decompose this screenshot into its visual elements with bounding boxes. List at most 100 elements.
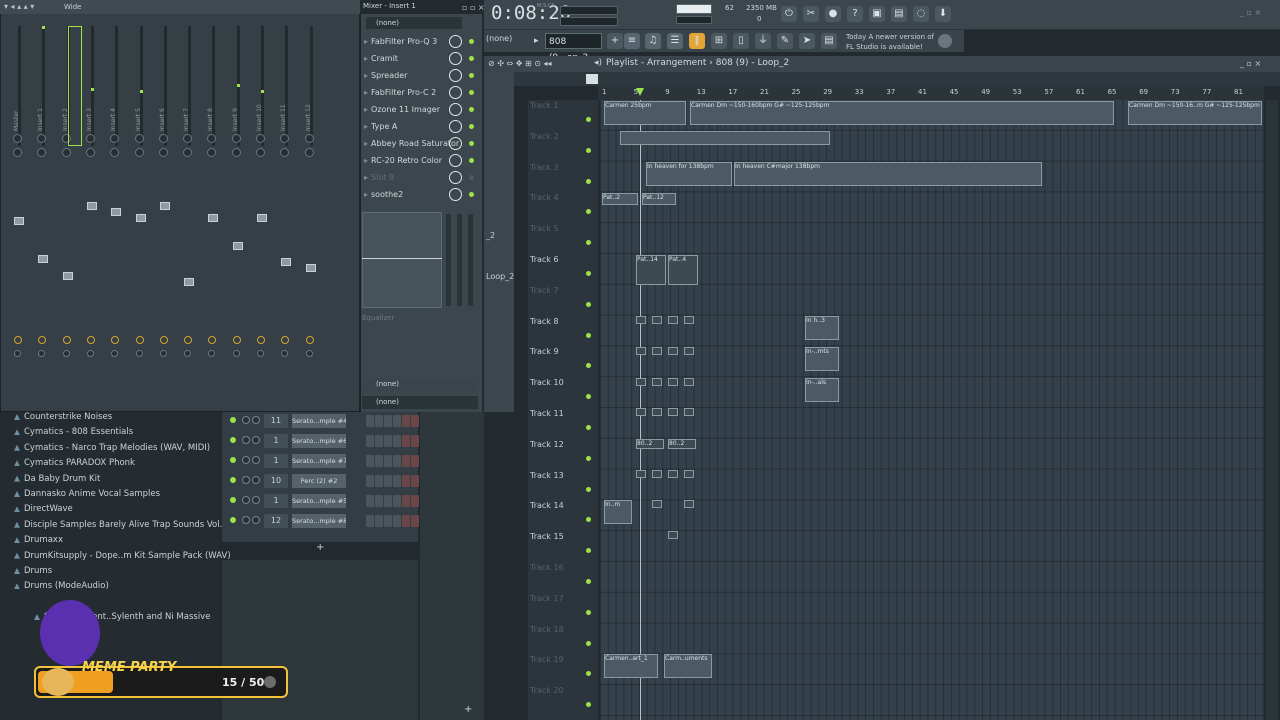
mixer-strip[interactable]: Insert 8 bbox=[202, 16, 224, 388]
channel-insert-number[interactable]: 11 bbox=[264, 414, 288, 428]
route-ring[interactable] bbox=[184, 336, 193, 344]
mixer-strip[interactable]: Insert 10 bbox=[251, 16, 273, 388]
channel-row[interactable]: 1 Serato...mple #6 bbox=[222, 432, 419, 450]
step-button[interactable] bbox=[402, 415, 410, 427]
browser-icon[interactable]: ⊞ bbox=[711, 33, 727, 49]
channel-name-button[interactable]: Serato...mple #7 bbox=[292, 454, 346, 468]
step-button[interactable] bbox=[393, 415, 401, 427]
channel-rack-icon[interactable]: ☰ bbox=[667, 33, 683, 49]
step-button[interactable] bbox=[375, 475, 383, 487]
route-ring[interactable] bbox=[14, 336, 22, 344]
send-knob[interactable] bbox=[232, 350, 240, 357]
playlist-menu-icon[interactable]: ◂) bbox=[594, 58, 602, 68]
mixer-strip[interactable]: Insert 6 bbox=[154, 16, 176, 388]
mix-level-knob[interactable] bbox=[449, 188, 462, 201]
channel-pan-knob[interactable] bbox=[242, 476, 250, 484]
route-ring[interactable] bbox=[135, 336, 144, 344]
step-button[interactable] bbox=[366, 515, 374, 527]
eq-band-1-fader[interactable] bbox=[446, 214, 451, 306]
slot-enable-led[interactable] bbox=[469, 56, 474, 61]
playlist-window-controls[interactable]: _ ▫ × bbox=[1240, 59, 1261, 68]
mixer-strip[interactable]: Insert 3 bbox=[81, 16, 103, 388]
step-button[interactable] bbox=[402, 475, 410, 487]
step-button[interactable] bbox=[411, 435, 419, 447]
volume-fader[interactable] bbox=[305, 264, 316, 272]
prev-pattern-icon[interactable]: ▸ bbox=[534, 36, 539, 46]
microphone-icon[interactable]: ● bbox=[825, 6, 841, 22]
pattern-picker-icon[interactable] bbox=[586, 74, 598, 84]
effect-slot[interactable]: ▸ Cramit bbox=[364, 51, 476, 66]
browser-folder[interactable]: DirectWave bbox=[24, 504, 73, 514]
channel-volume-knob[interactable] bbox=[252, 456, 260, 464]
mixer-strip[interactable]: Insert 1 bbox=[32, 16, 54, 388]
step-button[interactable] bbox=[375, 435, 383, 447]
step-button[interactable] bbox=[375, 515, 383, 527]
step-button[interactable] bbox=[393, 515, 401, 527]
channel-pan-knob[interactable] bbox=[242, 416, 250, 424]
step-button[interactable] bbox=[384, 455, 392, 467]
mix-level-knob[interactable] bbox=[449, 103, 462, 116]
channel-name-button[interactable]: Serato...mple #4 bbox=[292, 414, 346, 428]
stereo-knob[interactable] bbox=[158, 148, 168, 157]
browser-folder[interactable]: DrumKitsupply - Dope..m Kit Sample Pack … bbox=[24, 551, 231, 561]
channel-volume-knob[interactable] bbox=[252, 516, 260, 524]
mixer-strip[interactable]: Insert 7 bbox=[178, 16, 200, 388]
channel-row[interactable]: 12 Serato...mple #8 bbox=[222, 512, 419, 530]
stereo-knob[interactable] bbox=[13, 148, 22, 157]
slot-enable-led[interactable] bbox=[469, 107, 474, 112]
stereo-knob[interactable] bbox=[256, 148, 265, 157]
step-button[interactable] bbox=[411, 455, 419, 467]
channel-insert-number[interactable]: 10 bbox=[264, 474, 288, 488]
send-knob[interactable] bbox=[111, 350, 119, 357]
channel-name-button[interactable]: Perc (2) #2 bbox=[292, 474, 346, 488]
channel-volume-knob[interactable] bbox=[252, 476, 260, 484]
stereo-knob[interactable] bbox=[304, 148, 314, 157]
render-icon[interactable]: ➤ bbox=[799, 33, 815, 49]
route-ring[interactable] bbox=[257, 336, 265, 344]
volume-fader[interactable] bbox=[281, 258, 292, 266]
send-knob[interactable] bbox=[135, 350, 143, 357]
stereo-knob[interactable] bbox=[61, 148, 71, 157]
slot-enable-led[interactable] bbox=[469, 192, 474, 197]
stereo-knob[interactable] bbox=[183, 148, 193, 157]
stereo-knob[interactable] bbox=[85, 148, 95, 157]
step-button[interactable] bbox=[402, 435, 410, 447]
playlist-tools-icons[interactable]: ⊘ ✣ ⇔ ✥ ⊞ ⊙ ◂◂ bbox=[488, 59, 552, 68]
pan-knob[interactable] bbox=[158, 134, 168, 143]
step-button[interactable] bbox=[393, 495, 401, 507]
browser-folder[interactable]: Da Baby Drum Kit bbox=[24, 474, 100, 484]
route-ring[interactable] bbox=[62, 336, 71, 344]
channel-row[interactable]: 10 Perc (2) #2 bbox=[222, 472, 419, 490]
channel-name-button[interactable]: Serato...mple #5 bbox=[292, 494, 346, 508]
wait-icon[interactable]: ⏻ bbox=[781, 6, 797, 22]
step-button[interactable] bbox=[384, 415, 392, 427]
effect-slot[interactable]: ▸ soothe2 bbox=[364, 187, 476, 202]
effect-slot[interactable]: ▸ FabFilter Pro-C 2 bbox=[364, 85, 476, 100]
channel-row[interactable]: 1 Serato...mple #5 bbox=[222, 492, 419, 510]
effect-slot[interactable]: ▸ Type A bbox=[364, 119, 476, 134]
channel-volume-knob[interactable] bbox=[252, 436, 260, 444]
route-ring[interactable] bbox=[159, 336, 168, 344]
mixer-strip[interactable]: Insert 5 bbox=[130, 16, 152, 388]
stereo-knob[interactable] bbox=[207, 148, 217, 157]
route-ring[interactable] bbox=[208, 336, 217, 344]
window-controls[interactable]: _ ▫ × bbox=[1240, 8, 1276, 18]
browser-folder[interactable]: Counterstrike Noises bbox=[24, 412, 112, 422]
slot-enable-led[interactable] bbox=[469, 175, 474, 180]
update-notice[interactable]: Today A newer version of FL Studio is av… bbox=[846, 32, 934, 52]
effect-slot[interactable]: ▸ Abbey Road Saturator bbox=[364, 136, 476, 151]
browser-folder[interactable]: Cymatics - 808 Essentials bbox=[24, 427, 133, 437]
help-icon[interactable]: ? bbox=[847, 6, 863, 22]
pan-knob[interactable] bbox=[304, 134, 314, 143]
channel-insert-number[interactable]: 1 bbox=[264, 434, 288, 448]
snap-selector[interactable]: (none) bbox=[486, 34, 512, 43]
piano-roll-icon[interactable]: ♫ bbox=[645, 33, 661, 49]
channel-insert-number[interactable]: 1 bbox=[264, 454, 288, 468]
stereo-knob[interactable] bbox=[37, 148, 47, 157]
mixer-strip[interactable]: Insert 4 bbox=[105, 16, 127, 388]
effect-slot[interactable]: ▸ FabFilter Pro-Q 3 bbox=[364, 34, 476, 49]
add-button[interactable]: + bbox=[464, 704, 472, 715]
volume-fader[interactable] bbox=[14, 217, 24, 225]
picker-item[interactable]: _2 bbox=[486, 231, 495, 240]
channel-mute-led[interactable] bbox=[230, 477, 236, 483]
